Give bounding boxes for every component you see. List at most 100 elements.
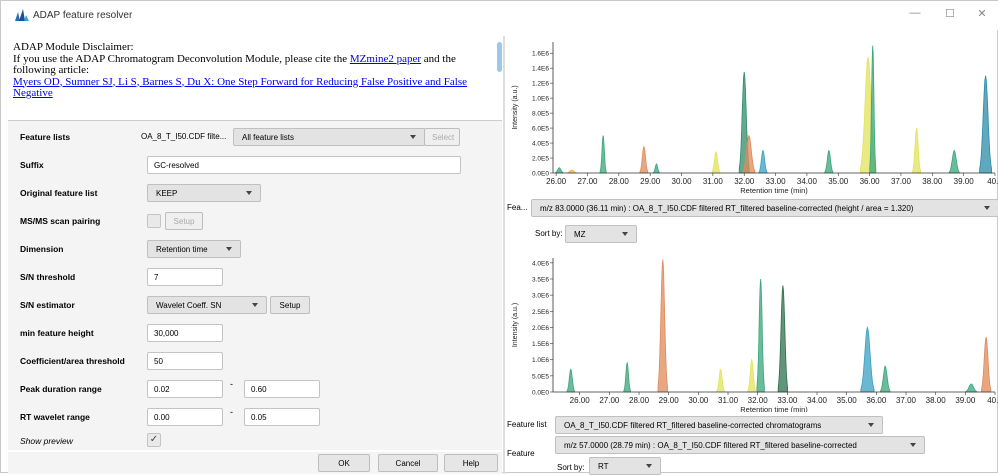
x-tick-label: 27.00 xyxy=(599,396,620,405)
coeff-area-label: Coefficient/area threshold xyxy=(20,356,125,366)
y-tick-label: 2.5E6 xyxy=(532,309,549,316)
row-min-height: min feature height 30,000 xyxy=(8,321,502,345)
disclaimer-line1-pre: If you use the ADAP Chromatogram Deconvo… xyxy=(13,52,350,65)
y-tick-label: 1.2E6 xyxy=(532,81,549,88)
x-tick-label: 34.00 xyxy=(807,396,828,405)
sn-estimator-dropdown[interactable]: Wavelet Coeff. SN xyxy=(147,296,267,314)
show-preview-checkbox[interactable]: ✓ xyxy=(147,433,161,447)
peak-duration-label: Peak duration range xyxy=(20,384,102,394)
y-tick-label: 6.0E5 xyxy=(532,126,549,133)
chevron-down-icon xyxy=(252,303,258,307)
disclaimer-scrollbar[interactable] xyxy=(497,42,502,72)
x-tick-label: 35.00 xyxy=(828,177,849,186)
chevron-down-icon xyxy=(984,206,990,210)
x-tick-label: 31.00 xyxy=(718,396,739,405)
parameters-panel: ADAP Module Disclaimer: If you use the A… xyxy=(8,36,502,474)
select-button[interactable]: Select xyxy=(424,128,460,146)
row-suffix: Suffix GC-resolved xyxy=(8,153,502,177)
x-tick-label: 34.00 xyxy=(797,177,818,186)
dimension-dropdown[interactable]: Retention time xyxy=(147,240,241,258)
feature-lists-value: OA_8_T_I50.CDF filte... xyxy=(141,132,227,141)
suffix-input[interactable]: GC-resolved xyxy=(147,156,461,174)
feature-list-value: OA_8_T_I50.CDF filtered RT_filtered base… xyxy=(564,421,822,430)
sn-estimator-setup-button[interactable]: Setup xyxy=(270,296,310,314)
x-tick-label: 37.00 xyxy=(896,396,917,405)
y-tick-label: 5.0E5 xyxy=(532,373,549,380)
feature-list-label: Feature list xyxy=(507,420,547,429)
sn-threshold-input[interactable]: 7 xyxy=(147,268,223,286)
close-icon[interactable]: ✕ xyxy=(971,7,993,20)
peak-duration-separator: - xyxy=(230,379,233,389)
sort-bottom-label: Sort by: xyxy=(557,463,585,472)
split-divider[interactable] xyxy=(503,36,505,474)
sort-bottom-dropdown[interactable]: RT xyxy=(589,457,661,475)
chart-top-svg: 26.00 27.00 28.00 29.00 30.00 31.00 32.00 33.00… xyxy=(512,42,998,195)
feature-list-dropdown[interactable]: OA_8_T_I50.CDF filtered RT_filtered base… xyxy=(555,416,883,434)
row-dimension: Dimension Retention time xyxy=(8,237,502,261)
disclaimer-text: ADAP Module Disclaimer: If you use the A… xyxy=(13,42,497,122)
ok-button[interactable]: OK xyxy=(318,454,370,472)
chart-bottom: 26.00 27.00 28.00 29.00 30.00 31.00 32.00 33.00… xyxy=(507,248,998,412)
maximize-icon[interactable]: ☐ xyxy=(939,7,961,20)
dimension-value: Retention time xyxy=(156,245,208,254)
x-tick-label: 29.00 xyxy=(640,177,661,186)
mzmine2-paper-link[interactable]: MZmine2 paper xyxy=(350,53,421,65)
y-axis-label: Intensity (a.u.) xyxy=(512,85,519,129)
row-coeff-area: Coefficient/area threshold 50 xyxy=(8,349,502,373)
sn-estimator-value: Wavelet Coeff. SN xyxy=(156,301,222,310)
msms-label: MS/MS scan pairing xyxy=(20,216,101,226)
y-tick-label: 1.6E6 xyxy=(532,51,549,58)
row-msms: MS/MS scan pairing Setup xyxy=(8,209,502,233)
show-preview-label: Show preview xyxy=(20,436,73,446)
coeff-area-input[interactable]: 50 xyxy=(147,352,223,370)
min-height-input[interactable]: 30,000 xyxy=(147,324,223,342)
row-rt-wavelet: RT wavelet range 0.00 - 0.05 xyxy=(8,405,502,429)
app-icon xyxy=(15,9,29,21)
y-tick-label: 1.0E6 xyxy=(532,357,549,364)
original-feature-list-dropdown[interactable]: KEEP xyxy=(147,184,261,202)
feature-value: m/z 57.0000 (28.79 min) : OA_8_T_I50.CDF… xyxy=(564,441,857,450)
chart-bottom-svg: 26.00 27.00 28.00 29.00 30.00 31.00 32.00 33.00… xyxy=(512,258,998,412)
rt-wavelet-max-input[interactable]: 0.05 xyxy=(244,408,320,426)
chevron-down-icon xyxy=(646,464,652,468)
rt-wavelet-separator: - xyxy=(230,407,233,417)
y-tick-label: 0.0E0 xyxy=(532,390,549,397)
x-tick-label: 30.00 xyxy=(672,177,693,186)
msms-checkbox[interactable] xyxy=(147,214,161,228)
x-tick-label: 35.00 xyxy=(837,396,858,405)
row-peak-duration: Peak duration range 0.02 - 0.60 xyxy=(8,377,502,401)
rt-wavelet-min-input[interactable]: 0.00 xyxy=(147,408,223,426)
y-tick-label: 1.4E6 xyxy=(532,66,549,73)
plot-area xyxy=(553,42,995,173)
feature-top-dropdown[interactable]: m/z 83.0000 (36.11 min) : OA_8_T_I50.CDF… xyxy=(531,199,998,217)
article-link[interactable]: Myers OD, Sumner SJ, Li S, Barnes S, Du … xyxy=(13,76,467,100)
disclaimer-citation: If you use the ADAP Chromatogram Deconvo… xyxy=(13,52,497,77)
help-button[interactable]: Help xyxy=(444,454,498,472)
y-tick-label: 0.0E0 xyxy=(532,171,549,178)
x-tick-label: 36.00 xyxy=(866,396,887,405)
x-tick-label: 32.00 xyxy=(748,396,769,405)
feature-dropdown[interactable]: m/z 57.0000 (28.79 min) : OA_8_T_I50.CDF… xyxy=(555,436,925,454)
msms-setup-button[interactable]: Setup xyxy=(165,212,203,230)
x-tick-label: 32.00 xyxy=(734,177,755,186)
peak-duration-max-input[interactable]: 0.60 xyxy=(244,380,320,398)
x-tick-label: 40.0 xyxy=(987,396,998,405)
y-tick-label: 2.0E6 xyxy=(532,325,549,332)
feature-top-label: Fea... xyxy=(507,203,528,212)
minimize-icon[interactable]: — xyxy=(904,7,926,19)
peak-duration-min-input[interactable]: 0.02 xyxy=(147,380,223,398)
cancel-button[interactable]: Cancel xyxy=(378,454,438,472)
y-tick-label: 4.0E6 xyxy=(532,260,549,267)
y-axis-label: Intensity (a.u.) xyxy=(512,303,519,347)
sort-top-dropdown[interactable]: MZ xyxy=(565,225,637,243)
x-tick-label: 38.00 xyxy=(926,396,947,405)
chart-top: 26.00 27.00 28.00 29.00 30.00 31.00 32.00 33.00… xyxy=(507,36,998,198)
feature-lists-dropdown[interactable]: All feature lists xyxy=(233,128,425,146)
x-tick-label: 28.00 xyxy=(629,396,650,405)
preview-panel: 26.00 27.00 28.00 29.00 30.00 31.00 32.00 33.00… xyxy=(507,36,998,475)
suffix-label: Suffix xyxy=(20,160,44,170)
row-sn-threshold: S/N threshold 7 xyxy=(8,265,502,289)
window-title: ADAP feature resolver xyxy=(33,10,133,21)
min-height-label: min feature height xyxy=(20,328,94,338)
y-tick-label: 3.5E6 xyxy=(532,276,549,283)
